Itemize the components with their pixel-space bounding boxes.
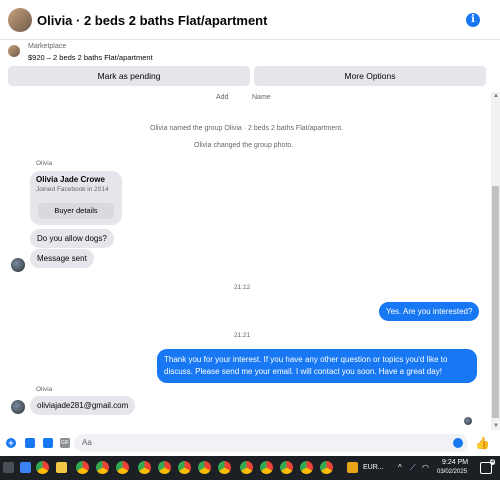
incoming-message[interactable]: Do you allow dogs? <box>30 229 114 248</box>
listing-thumbnail[interactable] <box>8 45 20 57</box>
chevron-up-icon[interactable]: ^ <box>398 463 402 472</box>
chrome-icon[interactable] <box>116 461 129 474</box>
info-icon[interactable]: i <box>466 13 480 27</box>
chrome-icon[interactable] <box>76 461 89 474</box>
pen-icon[interactable]: ⟋ <box>410 463 416 473</box>
message-line: Thank you for your interest. If you have… <box>164 355 448 364</box>
message-thread[interactable]: Add Name Olivia named the group Olivia ·… <box>0 92 500 430</box>
scroll-down-icon[interactable]: ▼ <box>493 423 499 429</box>
chrome-icon[interactable] <box>320 461 333 474</box>
scroll-up-icon[interactable]: ▲ <box>493 93 499 99</box>
sender-avatar[interactable] <box>11 400 25 414</box>
message-timestamp: 21:12 <box>234 284 251 291</box>
sender-avatar[interactable] <box>11 258 25 272</box>
more-options-button[interactable]: More Options <box>254 66 486 86</box>
system-message-photo: Olivia changed the group photo. <box>194 142 294 149</box>
currency-label[interactable]: EUR... <box>363 464 384 471</box>
name-link[interactable]: Name <box>252 94 271 101</box>
add-link[interactable]: Add <box>216 94 228 101</box>
message-timestamp: 21:21 <box>234 332 251 339</box>
incoming-message[interactable]: Message sent <box>30 249 94 268</box>
sender-name: Olivia <box>36 386 53 393</box>
sender-name: Olivia <box>36 160 53 167</box>
emoji-icon[interactable] <box>453 438 463 448</box>
profile-joined: Joined Facebook in 2014 <box>36 186 109 193</box>
gif-icon[interactable]: GIF <box>60 438 70 448</box>
chrome-icon[interactable] <box>198 461 211 474</box>
sticker-icon[interactable] <box>43 438 53 448</box>
conversation-title[interactable]: Olivia · 2 beds 2 baths Flat/apartment <box>37 13 267 28</box>
mark-as-pending-button[interactable]: Mark as pending <box>8 66 250 86</box>
profile-name[interactable]: Olivia Jade Crowe <box>36 175 105 184</box>
chrome-icon[interactable] <box>280 461 293 474</box>
app-icon[interactable] <box>20 462 31 473</box>
seen-avatar <box>464 417 472 425</box>
wifi-icon[interactable]: ◠ <box>422 463 429 472</box>
marketplace-label: Marketplace <box>28 43 67 50</box>
chrome-icon[interactable] <box>178 461 191 474</box>
message-input[interactable]: Aa <box>74 434 468 452</box>
chrome-icon[interactable] <box>96 461 109 474</box>
chrome-icon[interactable] <box>36 461 49 474</box>
marketplace-listing-panel: Marketplace $920 – 2 beds 2 baths Flat/a… <box>0 40 500 92</box>
message-composer: + GIF Aa 👍 <box>0 430 500 456</box>
incoming-message[interactable]: oliviajade281@gmail.com <box>30 396 136 415</box>
outgoing-message[interactable]: Thank you for your interest. If you have… <box>157 349 477 383</box>
profile-card: Olivia Jade Crowe Joined Facebook in 201… <box>30 171 122 225</box>
chrome-icon[interactable] <box>260 461 273 474</box>
scrollbar-thumb[interactable] <box>492 186 499 418</box>
outgoing-message[interactable]: Yes. Are you interested? <box>379 302 480 321</box>
chrome-icon[interactable] <box>300 461 313 474</box>
message-placeholder: Aa <box>82 438 92 447</box>
clock-time[interactable]: 9:24 PM <box>442 459 468 466</box>
notes-icon[interactable] <box>56 462 67 473</box>
thumbs-up-icon[interactable]: 👍 <box>475 436 490 450</box>
clock-date[interactable]: 03/02/2025 <box>437 469 467 475</box>
start-icon[interactable] <box>3 462 14 473</box>
chrome-icon[interactable] <box>240 461 253 474</box>
chrome-icon[interactable] <box>158 461 171 474</box>
chrome-icon[interactable] <box>218 461 231 474</box>
system-message-renamed: Olivia named the group Olivia · 2 beds 2… <box>150 125 343 132</box>
notification-badge: 4 <box>490 459 496 465</box>
plus-icon[interactable]: + <box>6 438 16 448</box>
listing-price-title[interactable]: $920 – 2 beds 2 baths Flat/apartment <box>28 53 153 62</box>
message-line: discuss. Please send me your email. I wi… <box>164 367 442 376</box>
group-avatar[interactable] <box>8 8 32 32</box>
buyer-details-button[interactable]: Buyer details <box>38 203 114 219</box>
windows-taskbar: EUR... ^ ⟋ ◠ 9:24 PM 03/02/2025 4 <box>0 456 500 480</box>
photo-icon[interactable] <box>25 438 35 448</box>
conversation-header: Olivia · 2 beds 2 baths Flat/apartment i <box>0 0 500 40</box>
currency-icon[interactable] <box>347 462 358 473</box>
chat-scrollbar[interactable]: ▲ ▼ <box>491 92 500 430</box>
chrome-icon[interactable] <box>138 461 151 474</box>
